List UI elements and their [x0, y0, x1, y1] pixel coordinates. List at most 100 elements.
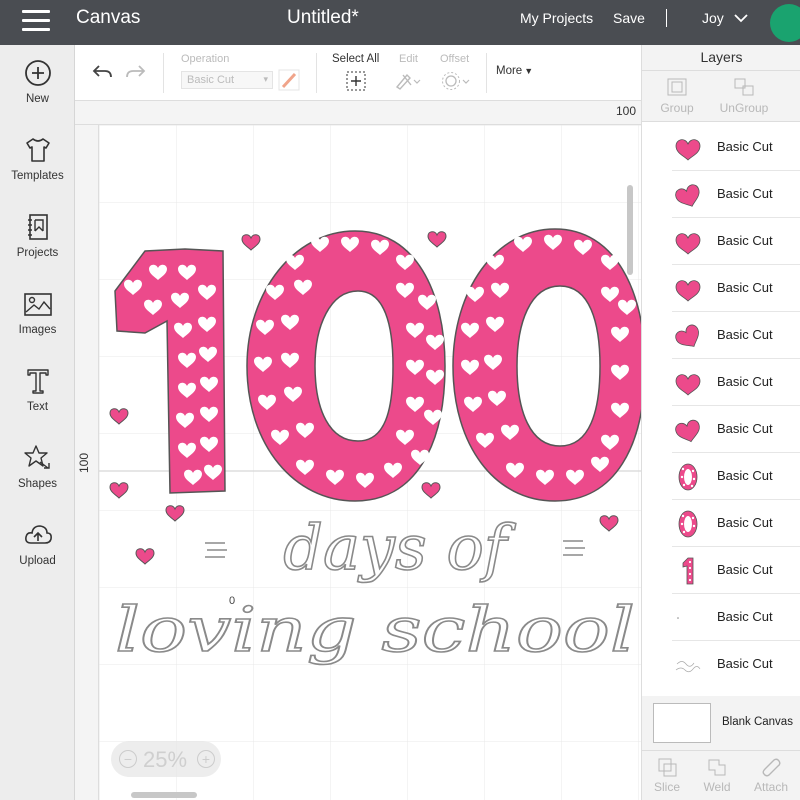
offset-icon[interactable] — [441, 71, 471, 91]
sidebar-label-projects: Projects — [16, 247, 59, 259]
ruler-top-value: 100 — [616, 104, 637, 118]
blank-canvas-label: Blank Canvas — [722, 716, 793, 728]
group-label: Group — [660, 101, 694, 115]
layers-title: Layers — [642, 45, 800, 71]
image-icon — [23, 293, 52, 316]
paperclip-icon — [762, 758, 781, 777]
caret-down-icon: ▾ — [263, 74, 268, 84]
user-name[interactable]: Joy — [702, 10, 724, 26]
toolbar-divider — [316, 53, 317, 93]
attach-label: Attach — [753, 780, 789, 794]
pen-color-icon[interactable] — [278, 69, 300, 91]
blank-canvas-swatch[interactable] — [653, 703, 711, 743]
make-button[interactable] — [770, 4, 800, 42]
layer-label: Basic Cut — [717, 656, 773, 671]
zoom-out-button[interactable]: − — [119, 750, 137, 768]
zero-thumbnail-icon — [678, 463, 698, 491]
operation-label: Operation — [181, 53, 230, 65]
zoom-in-button[interactable]: + — [197, 750, 215, 768]
save-button[interactable]: Save — [613, 10, 645, 26]
slice-button[interactable]: Slice — [642, 757, 692, 794]
layer-list: Basic Cut Basic Cut Basic Cut Basic Cut … — [642, 121, 800, 696]
zero-thumbnail-icon — [678, 510, 698, 538]
sidebar-item-text[interactable]: Text — [0, 365, 75, 413]
sidebar-item-shapes[interactable]: Shapes — [0, 442, 75, 490]
weld-button[interactable]: Weld — [692, 757, 742, 794]
edit-toolbar: Operation Basic Cut ▾ Select All Edit Off… — [75, 45, 641, 101]
layer-row[interactable]: Basic Cut — [672, 406, 800, 453]
layer-row[interactable]: Basic Cut — [672, 594, 800, 641]
group-button[interactable]: Group — [642, 77, 712, 115]
heart-thumbnail-icon — [675, 419, 700, 443]
edit-tools-icon[interactable] — [395, 71, 421, 91]
layer-row[interactable]: Basic Cut — [672, 218, 800, 265]
undo-icon[interactable] — [91, 63, 113, 81]
layer-actions: Slice Weld Attach — [642, 750, 800, 800]
layer-row[interactable]: Basic Cut — [672, 171, 800, 218]
toolbar-divider — [486, 53, 487, 93]
operation-select[interactable]: Basic Cut ▾ — [181, 71, 273, 89]
layer-label: Basic Cut — [717, 515, 773, 530]
left-sidebar: New Templates Projects Images Text Shape… — [0, 45, 75, 800]
tshirt-icon — [25, 138, 50, 162]
operation-value: Basic Cut — [187, 74, 235, 86]
layer-row[interactable]: Basic Cut — [672, 547, 800, 594]
ungroup-icon — [734, 78, 754, 96]
layer-label: Basic Cut — [717, 233, 773, 248]
sidebar-item-images[interactable]: Images — [0, 288, 75, 336]
ungroup-label: UnGroup — [719, 101, 769, 115]
canvas-surface[interactable]: days of loving school 0 — [75, 101, 641, 800]
select-all-icon[interactable] — [346, 71, 366, 91]
layer-row[interactable]: Basic Cut — [672, 265, 800, 312]
ungroup-button[interactable]: UnGroup — [707, 77, 781, 115]
sidebar-item-projects[interactable]: Projects — [0, 211, 75, 259]
sidebar-item-templates[interactable]: Templates — [0, 134, 75, 182]
sidebar-item-new[interactable]: New — [0, 57, 75, 105]
layer-row[interactable]: Basic Cut — [672, 641, 800, 688]
layers-panel: Layers Group UnGroup Basic Cut Basic Cut… — [641, 45, 800, 800]
weld-icon — [708, 759, 726, 776]
vertical-scrollbar[interactable] — [627, 185, 633, 275]
stray-mark: 0 — [229, 595, 235, 607]
sidebar-label-images: Images — [18, 324, 57, 336]
ruler-left-value: 100 — [77, 452, 91, 473]
horizontal-scrollbar[interactable] — [131, 792, 197, 798]
plus-circle-icon — [24, 60, 51, 86]
one-thumbnail-icon — [682, 557, 694, 585]
layer-label: Basic Cut — [717, 609, 773, 624]
layer-row[interactable]: Basic Cut — [672, 124, 800, 171]
chevron-down-icon[interactable] — [734, 13, 748, 23]
layer-label: Basic Cut — [717, 280, 773, 295]
heart-thumbnail-icon — [675, 233, 701, 255]
redo-icon[interactable] — [125, 63, 147, 81]
more-menu[interactable]: More ▼ — [496, 65, 533, 77]
menu-icon[interactable] — [22, 10, 50, 32]
layer-row[interactable]: Basic Cut — [672, 312, 800, 359]
offset-label: Offset — [440, 53, 470, 65]
layer-label: Basic Cut — [717, 139, 773, 154]
layer-row[interactable]: Basic Cut — [672, 359, 800, 406]
layer-row[interactable]: Basic Cut — [672, 500, 800, 547]
text-icon — [26, 369, 49, 394]
layer-label: Basic Cut — [717, 186, 773, 201]
script-line-days-of: days of — [283, 511, 517, 584]
cloud-upload-icon — [24, 525, 52, 544]
layer-row[interactable]: Basic Cut — [672, 453, 800, 500]
layer-label: Basic Cut — [717, 421, 773, 436]
design-canvas[interactable]: days of loving school 0 100 100 − 25% + — [75, 101, 641, 800]
top-bar: Canvas Untitled* My Projects Save Joy — [0, 0, 800, 45]
sidebar-item-upload[interactable]: Upload — [0, 519, 75, 567]
ruler-left: 100 — [75, 125, 99, 800]
script-line-loving-school: loving school — [115, 593, 635, 666]
sidebar-label-new: New — [25, 93, 49, 105]
notebook-icon — [27, 214, 48, 240]
heart-thumbnail-icon — [675, 139, 701, 161]
document-title[interactable]: Untitled* — [287, 7, 359, 29]
weld-label: Weld — [703, 780, 731, 794]
edit-label: Edit — [399, 53, 418, 65]
app-title: Canvas — [76, 7, 141, 28]
layer-label: Basic Cut — [717, 327, 773, 342]
my-projects-link[interactable]: My Projects — [520, 10, 593, 26]
attach-button[interactable]: Attach — [742, 757, 800, 794]
heart-thumbnail-icon — [675, 184, 700, 207]
